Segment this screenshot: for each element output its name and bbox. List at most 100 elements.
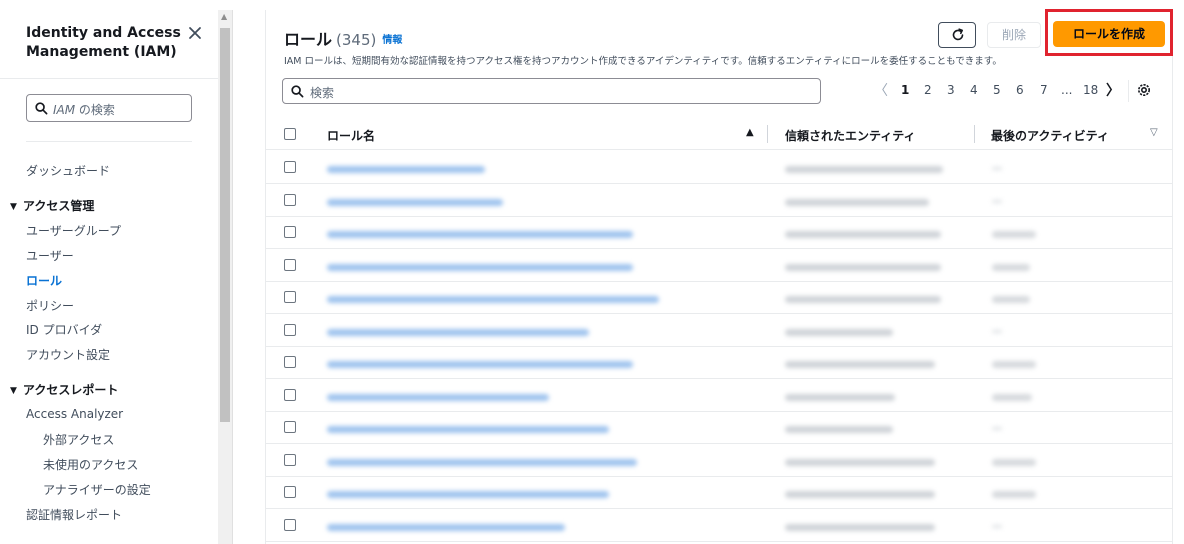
page-1[interactable]: 1 [901,83,909,97]
last-activity-value [992,231,1036,238]
last-activity-value [992,393,1032,401]
last-activity-value [992,263,1030,271]
sidebar-separator [232,10,233,544]
page-7[interactable]: 7 [1040,83,1048,97]
column-trusted-entities[interactable]: 信頼されたエンティティ [785,127,916,144]
sidebar-scrollbar[interactable]: ▲ [218,10,232,544]
trusted-entity-value [785,523,935,531]
row-checkbox[interactable] [284,226,296,238]
gear-icon[interactable] [1136,82,1152,98]
page-description: IAM ロールは、短期間有効な認証情報を持つアクセス権を持つアカウント作成できる… [284,56,1002,67]
scrollbar-thumb[interactable] [220,28,230,422]
trusted-entity-value [785,491,935,498]
column-last-activity[interactable]: 最後のアクティビティ [991,127,1109,144]
table-row[interactable] [266,346,1172,379]
row-checkbox[interactable] [284,258,296,271]
table-row[interactable] [266,249,1172,282]
table-row[interactable] [266,314,1172,347]
sidebar-item-access-analyzer[interactable]: Access Analyzer [26,407,123,421]
trusted-entity-value [785,361,935,368]
table-header: ロール名 ▲ 信頼されたエンティティ 最後のアクティビティ ▽ [266,118,1172,150]
scroll-up-icon[interactable]: ▲ [221,12,227,21]
info-link[interactable]: 情報 [382,35,402,46]
refresh-icon [952,28,964,41]
table-row[interactable] [266,379,1172,412]
role-name-link[interactable] [327,426,609,433]
role-name-link[interactable] [327,393,549,401]
trusted-entity-value [785,198,929,206]
search-input[interactable]: 検索 [282,78,821,104]
sidebar-section-access-management[interactable]: ▼ アクセス管理 [10,197,94,214]
page-18[interactable]: 18 [1083,83,1098,97]
row-checkbox[interactable] [284,388,296,401]
table-row[interactable] [266,411,1172,444]
page-3[interactable]: 3 [947,83,955,97]
role-name-link[interactable] [327,198,503,206]
row-checkbox[interactable] [284,291,296,303]
row-checkbox[interactable] [284,486,296,498]
sidebar-item-analyzer-settings[interactable]: アナライザーの設定 [43,481,151,498]
role-name-link[interactable] [327,328,589,336]
sidebar-item-policies[interactable]: ポリシー [26,297,74,314]
page-5[interactable]: 5 [993,83,1001,97]
sidebar-item-credential-report[interactable]: 認証情報レポート [26,506,122,523]
sidebar-item-external-access[interactable]: 外部アクセス [43,431,114,448]
pagination-divider [1128,80,1129,102]
table-row[interactable] [266,216,1172,249]
role-name-link[interactable] [327,166,485,173]
page-6[interactable]: 6 [1016,83,1024,97]
sort-descending-icon[interactable]: ▽ [1150,127,1158,138]
close-icon[interactable] [184,22,206,44]
sidebar-search-input[interactable]: IAM の検索 [26,94,192,122]
row-checkbox[interactable] [284,356,296,368]
sidebar-item-users[interactable]: ユーザー [26,247,74,264]
row-checkbox[interactable] [284,518,296,531]
table-row[interactable] [266,184,1172,217]
page-2[interactable]: 2 [924,83,932,97]
last-activity-value [992,361,1036,368]
role-name-link[interactable] [327,458,637,466]
sort-ascending-icon[interactable]: ▲ [746,127,754,138]
sidebar-item-user-groups[interactable]: ユーザーグループ [26,222,121,239]
sidebar-item-account-settings[interactable]: アカウント設定 [26,346,110,363]
table-row[interactable] [266,281,1172,314]
page-ellipsis: ... [1061,83,1073,97]
table-row[interactable] [266,476,1172,509]
last-activity-value [992,491,1036,498]
chevron-left-icon[interactable]: 〈 [874,80,888,100]
sidebar-item-roles[interactable]: ロール [26,272,62,289]
role-name-link[interactable] [327,231,633,238]
refresh-button[interactable] [938,22,976,48]
row-checkbox[interactable] [284,161,296,173]
delete-button[interactable]: 削除 [987,22,1041,48]
column-divider[interactable] [767,125,768,143]
search-icon [291,85,304,98]
column-role-name[interactable]: ロール名 [327,127,375,144]
row-checkbox[interactable] [284,323,296,336]
trusted-entity-value [785,263,941,271]
sidebar-item-identity-providers[interactable]: ID プロバイダ [26,321,102,338]
sidebar-divider [0,78,218,79]
row-checkbox[interactable] [284,421,296,433]
role-name-link[interactable] [327,523,565,531]
column-divider[interactable] [974,125,975,143]
role-name-link[interactable] [327,296,659,303]
select-all-checkbox[interactable] [284,128,296,140]
last-activity-value [992,167,1002,170]
chevron-right-icon[interactable]: 〉 [1106,80,1120,100]
table-row[interactable] [266,444,1172,477]
page-4[interactable]: 4 [970,83,978,97]
sidebar-search-placeholder: IAM の検索 [53,103,115,117]
sidebar-item-dashboard[interactable]: ダッシュボード [26,162,110,179]
sidebar-item-unused-access[interactable]: 未使用のアクセス [43,456,138,473]
table-row[interactable] [266,151,1172,184]
row-checkbox[interactable] [284,453,296,466]
last-activity-value [992,524,1002,528]
row-checkbox[interactable] [284,193,296,206]
role-name-link[interactable] [327,361,633,368]
role-name-link[interactable] [327,263,633,271]
create-role-button[interactable]: ロールを作成 [1053,21,1165,47]
table-row[interactable] [266,509,1172,542]
sidebar-section-access-reports[interactable]: ▼ アクセスレポート [10,381,118,398]
role-name-link[interactable] [327,491,609,498]
